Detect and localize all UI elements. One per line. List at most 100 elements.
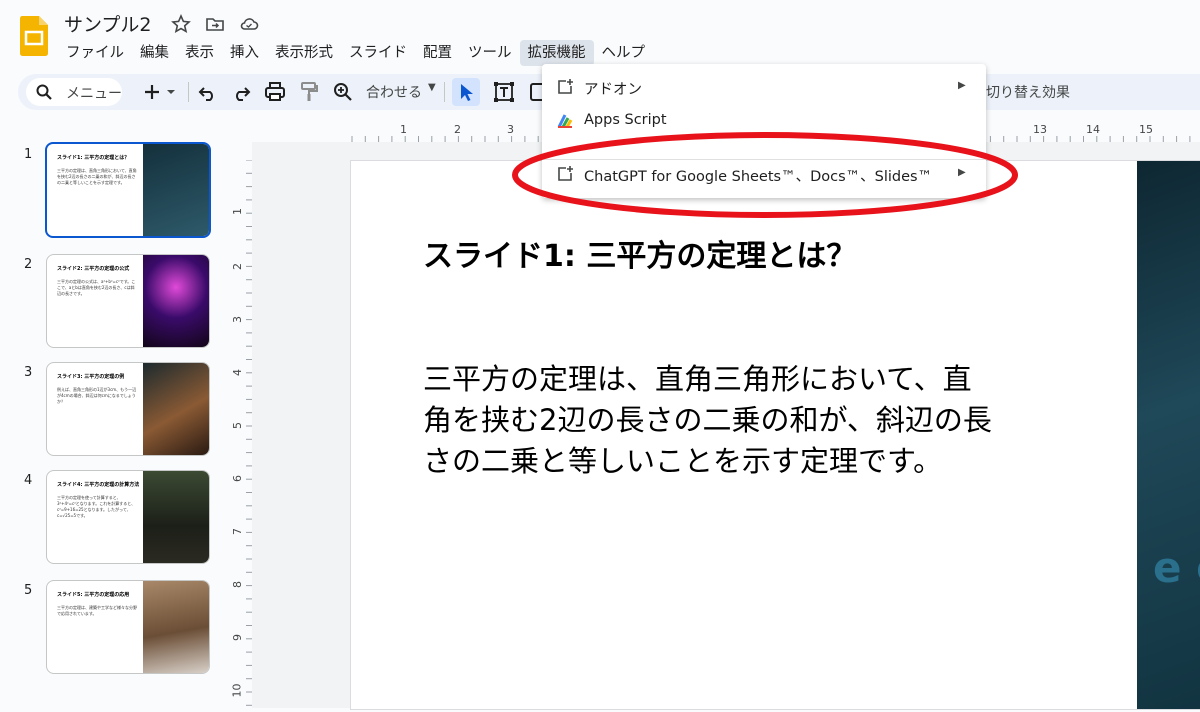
- slide-thumbnail-4[interactable]: スライド4: 三平方の定理の計算方法 三平方の定理を使って計算すると、3²+4²…: [46, 470, 210, 564]
- caret-down-icon: [167, 90, 175, 94]
- ruler-label: 2: [454, 123, 461, 136]
- submenu-arrow-icon: ▶: [958, 80, 966, 91]
- menu-arrange[interactable]: 配置: [415, 40, 460, 66]
- redo-icon: [236, 87, 251, 101]
- thumbnail-image: [143, 144, 209, 236]
- zoom-select[interactable]: 合わせる: [366, 82, 422, 102]
- menu-item-label: ChatGPT for Google Sheets™、Docs™、Slides™: [584, 169, 933, 185]
- slide-title[interactable]: スライド1: 三平方の定理とは？: [423, 231, 856, 275]
- thumbnail-body: 三平方の定理は、直角三角形において、直角を挟む2辺の長さの二乗の和が、斜辺の長さ…: [57, 168, 137, 185]
- cursor-arrow-icon: [461, 84, 473, 101]
- thumbnail-body: 三平方の定理を使って計算すると、3²+4²=c²となります。これを計算すると、c…: [57, 495, 136, 518]
- menu-bar: ファイル 編集 表示 挿入 表示形式 スライド 配置 ツール 拡張機能 ヘルプ: [58, 40, 653, 66]
- zoom-caret-icon: ▼: [428, 82, 436, 93]
- slide-canvas[interactable]: スライド1: 三平方の定理とは？ 三平方の定理は、直角三角形において、直角を挟む…: [350, 160, 1200, 710]
- menu-format[interactable]: 表示形式: [267, 40, 341, 66]
- slide-thumbnail-1[interactable]: スライド1: 三平方の定理とは？ 三平方の定理は、直角三角形において、直角を挟む…: [45, 142, 211, 238]
- document-title[interactable]: サンプル2: [64, 10, 152, 37]
- title-bar: サンプル2 ファイル 編集 表示 挿入 表示形式 スライド 配置 ツール 拡張機…: [0, 0, 1200, 70]
- ruler-label: 8: [231, 581, 244, 588]
- ruler-label: 4: [231, 369, 244, 376]
- thumbnail-image: [143, 363, 209, 455]
- apps-script-icon: [557, 114, 573, 128]
- slide-thumbnail-5[interactable]: スライド5: 三平方の定理の応用 三平方の定理は、建築や工学など様々な分野で応用…: [46, 580, 210, 674]
- slide-thumbnail-2[interactable]: スライド2: 三平方の定理の公式 三平方の定理の公式は、a²+b²=c²です。こ…: [46, 254, 210, 348]
- submenu-arrow-icon: ▶: [958, 167, 966, 178]
- toolbar-divider: [188, 82, 189, 102]
- menu-slide[interactable]: スライド: [341, 40, 415, 66]
- star-icon[interactable]: [171, 14, 191, 34]
- thumbnail-title: スライド2: 三平方の定理の公式: [57, 266, 130, 272]
- menu-item-apps-script[interactable]: Apps Script: [542, 104, 986, 138]
- slide-number: 2: [24, 257, 33, 272]
- slide-number: 5: [24, 583, 33, 598]
- ruler-label: 2: [231, 263, 244, 270]
- slide-image[interactable]: [1137, 161, 1200, 709]
- menu-insert[interactable]: 挿入: [222, 40, 267, 66]
- thumbnail-image: [143, 581, 209, 673]
- undo-button[interactable]: [196, 80, 220, 104]
- menu-edit[interactable]: 編集: [132, 40, 177, 66]
- slide-number: 3: [24, 365, 33, 380]
- transition-button[interactable]: 切り替え効果: [986, 82, 1070, 102]
- menu-view[interactable]: 表示: [177, 40, 222, 66]
- ruler-label: 6: [231, 475, 244, 482]
- extensions-menu: アドオン ▶ Apps Script ChatGPT for Google Sh…: [542, 64, 986, 198]
- menu-item-addons[interactable]: アドオン ▶: [542, 70, 986, 104]
- undo-icon: [198, 87, 213, 101]
- slide-image-text: e co: [1153, 543, 1200, 592]
- menu-file[interactable]: ファイル: [58, 40, 132, 66]
- insert-image-button[interactable]: [528, 80, 542, 104]
- menu-tools[interactable]: ツール: [460, 40, 520, 66]
- zoom-in-icon: [334, 83, 352, 101]
- paint-format-button[interactable]: [297, 80, 321, 104]
- search-menus-label: メニュー: [66, 86, 122, 102]
- search-icon: [36, 84, 52, 100]
- ruler-label: 1: [231, 208, 244, 215]
- search-menus[interactable]: メニュー: [26, 78, 122, 106]
- new-slide-layout-dropdown[interactable]: [164, 80, 178, 104]
- menu-item-chatgpt-addon[interactable]: ChatGPT for Google Sheets™、Docs™、Slides™…: [542, 157, 986, 191]
- thumbnail-title: スライド5: 三平方の定理の応用: [57, 592, 130, 598]
- menu-help[interactable]: ヘルプ: [594, 40, 654, 66]
- menu-item-label: Apps Script: [584, 112, 667, 128]
- ruler-label: 3: [231, 316, 244, 323]
- print-button[interactable]: [263, 80, 287, 104]
- addon-icon: [558, 79, 573, 94]
- slides-logo-icon[interactable]: [20, 16, 48, 56]
- slide-number: 4: [24, 473, 33, 488]
- move-folder-icon[interactable]: [205, 14, 225, 34]
- menu-extensions[interactable]: 拡張機能: [519, 40, 594, 66]
- thumbnail-title: スライド4: 三平方の定理の計算方法: [57, 482, 140, 488]
- ruler-label: 7: [231, 528, 244, 535]
- cloud-saved-icon[interactable]: [239, 14, 259, 34]
- redo-button[interactable]: [229, 80, 253, 104]
- ruler-label: 3: [507, 123, 514, 136]
- ruler-label: 15: [1139, 123, 1153, 136]
- ruler-label: 14: [1086, 123, 1100, 136]
- slide-number: 1: [24, 147, 33, 162]
- thumbnail-image: [143, 471, 209, 563]
- ruler-label: 9: [231, 634, 244, 641]
- new-slide-button[interactable]: [140, 80, 164, 104]
- thumbnail-body: 例えば、直角三角形の1辺が3cm、もう一辺が4cmの場合、斜辺は何cmになるでし…: [57, 387, 137, 404]
- ruler-ticks: [246, 159, 252, 706]
- slide-thumbnail-3[interactable]: スライド3: 三平方の定理の例 例えば、直角三角形の1辺が3cm、もう一辺が4c…: [46, 362, 210, 456]
- plus-icon: [145, 85, 159, 99]
- text-box-button[interactable]: [492, 80, 516, 104]
- thumbnail-image: [143, 255, 209, 347]
- paint-roller-icon: [301, 82, 318, 101]
- filmstrip: 1 スライド1: 三平方の定理とは？ 三平方の定理は、直角三角形において、直角を…: [0, 128, 232, 708]
- thumbnail-body: 三平方の定理の公式は、a²+b²=c²です。ここで、aとbは直角を挟む2辺の長さ…: [57, 279, 136, 296]
- ruler-label: 5: [231, 422, 244, 429]
- image-icon: [530, 83, 542, 101]
- select-tool-button[interactable]: [452, 78, 480, 106]
- ruler-label: 10: [230, 683, 244, 698]
- zoom-button[interactable]: [331, 80, 355, 104]
- menu-item-label: アドオン: [584, 82, 642, 98]
- ruler-label: 13: [1033, 123, 1047, 136]
- vertical-ruler[interactable]: 1 2 3 4 5 6 7 8 9 10: [228, 159, 252, 708]
- thumbnail-title: スライド1: 三平方の定理とは？: [57, 155, 130, 161]
- slide-body-text[interactable]: 三平方の定理は、直角三角形において、直角を挟む2辺の長さの二乗の和が、斜辺の長さ…: [423, 359, 993, 482]
- print-icon: [265, 82, 285, 101]
